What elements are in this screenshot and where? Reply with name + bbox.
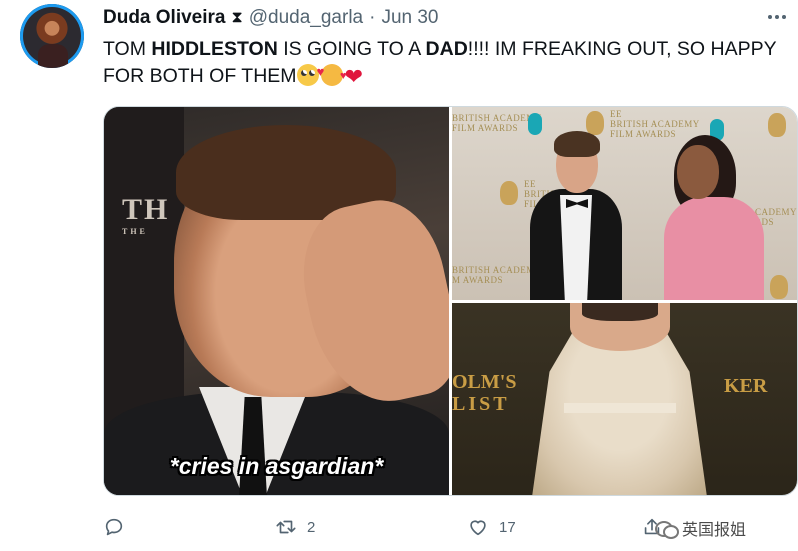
image2-man-hair — [554, 131, 600, 157]
board-text-bottom-left: BRITISH ACADEMY M AWARDS — [452, 265, 542, 285]
like-button[interactable]: 17 — [467, 512, 516, 542]
tweet-header: Duda Oliveira ⧗ @duda_garla · Jun 30 — [103, 7, 438, 29]
author-handle[interactable]: @duda_garla — [249, 7, 363, 29]
ee-logo-icon — [528, 113, 542, 135]
board-line: EE — [524, 179, 536, 189]
image2-woman-face — [677, 145, 719, 199]
avatar[interactable] — [20, 4, 84, 68]
board-line: M AWARDS — [452, 275, 504, 285]
reply-icon — [105, 518, 123, 536]
separator-dot: · — [369, 7, 376, 28]
bafta-mask-icon — [768, 113, 786, 137]
image1-sign-sub: THE — [122, 227, 148, 236]
image1-caption: *cries in asgardian* — [169, 453, 384, 479]
image3-jeweled-belt — [564, 403, 676, 413]
bafta-mask-icon — [586, 111, 604, 135]
retweet-icon — [276, 520, 296, 534]
image2-man-shirt — [560, 195, 592, 300]
watermark: 英国报姐 — [654, 516, 746, 540]
rolling-eyes-emoji-icon — [296, 64, 319, 86]
image1-sign: TH THE — [122, 193, 169, 236]
text-part: TOM — [103, 38, 152, 60]
text-bold: HIDDLESTON — [151, 38, 278, 60]
like-heart-icon — [470, 520, 486, 536]
more-options-icon[interactable] — [764, 6, 790, 28]
tweet-actions: 2 17 英国报姐 — [103, 512, 798, 542]
retweet-count: 2 — [307, 518, 316, 536]
image3-text-line: LIST — [452, 393, 510, 415]
like-count: 17 — [499, 518, 516, 536]
media-image-3[interactable]: OLM'S LIST KER — [452, 303, 797, 495]
tweet-text: TOM HIDDLESTON IS GOING TO A DAD!!!! IM … — [103, 36, 798, 90]
watermark-text: 英国报姐 — [681, 522, 746, 539]
bafta-mask-icon — [770, 275, 788, 299]
image3-left-text: OLM'S LIST — [452, 371, 516, 415]
image3-text-line: OLM'S — [452, 371, 517, 393]
smiling-hearts-emoji-icon — [317, 58, 347, 90]
reply-button[interactable] — [103, 512, 135, 542]
board-line: BRITISH ACADEMY — [452, 265, 542, 275]
image2-woman-dress — [664, 197, 764, 300]
board-text-top-right: EE BRITISH ACADEMY FILM AWARDS — [610, 109, 700, 139]
media-image-2[interactable]: BRITISH ACADEMY FILM AWARDS EE BRITISH A… — [452, 107, 797, 300]
image3-hair — [582, 303, 658, 321]
text-part: IS GOING TO A — [277, 38, 426, 60]
board-line: FILM AWARDS — [610, 129, 677, 139]
board-line: BRITISH ACADEMY — [610, 119, 700, 129]
wechat-logo-icon — [654, 519, 679, 539]
tweet-date[interactable]: Jun 30 — [381, 7, 438, 29]
board-line: EE — [610, 109, 622, 119]
image3-right-text: KER — [724, 375, 768, 397]
media-grid: TH THE *cries in asgardian* BRITISH ACAD… — [103, 106, 798, 496]
red-heart-emoji-icon: ❤ — [344, 64, 363, 89]
author-name[interactable]: Duda Oliveira — [103, 7, 226, 29]
bafta-mask-icon — [500, 181, 518, 205]
hourglass-icon: ⧗ — [231, 9, 243, 26]
retweet-button[interactable]: 2 — [275, 512, 315, 542]
text-bold: DAD — [425, 38, 468, 60]
image1-sign-text: TH — [122, 193, 170, 226]
media-image-1[interactable]: TH THE *cries in asgardian* — [104, 107, 449, 495]
